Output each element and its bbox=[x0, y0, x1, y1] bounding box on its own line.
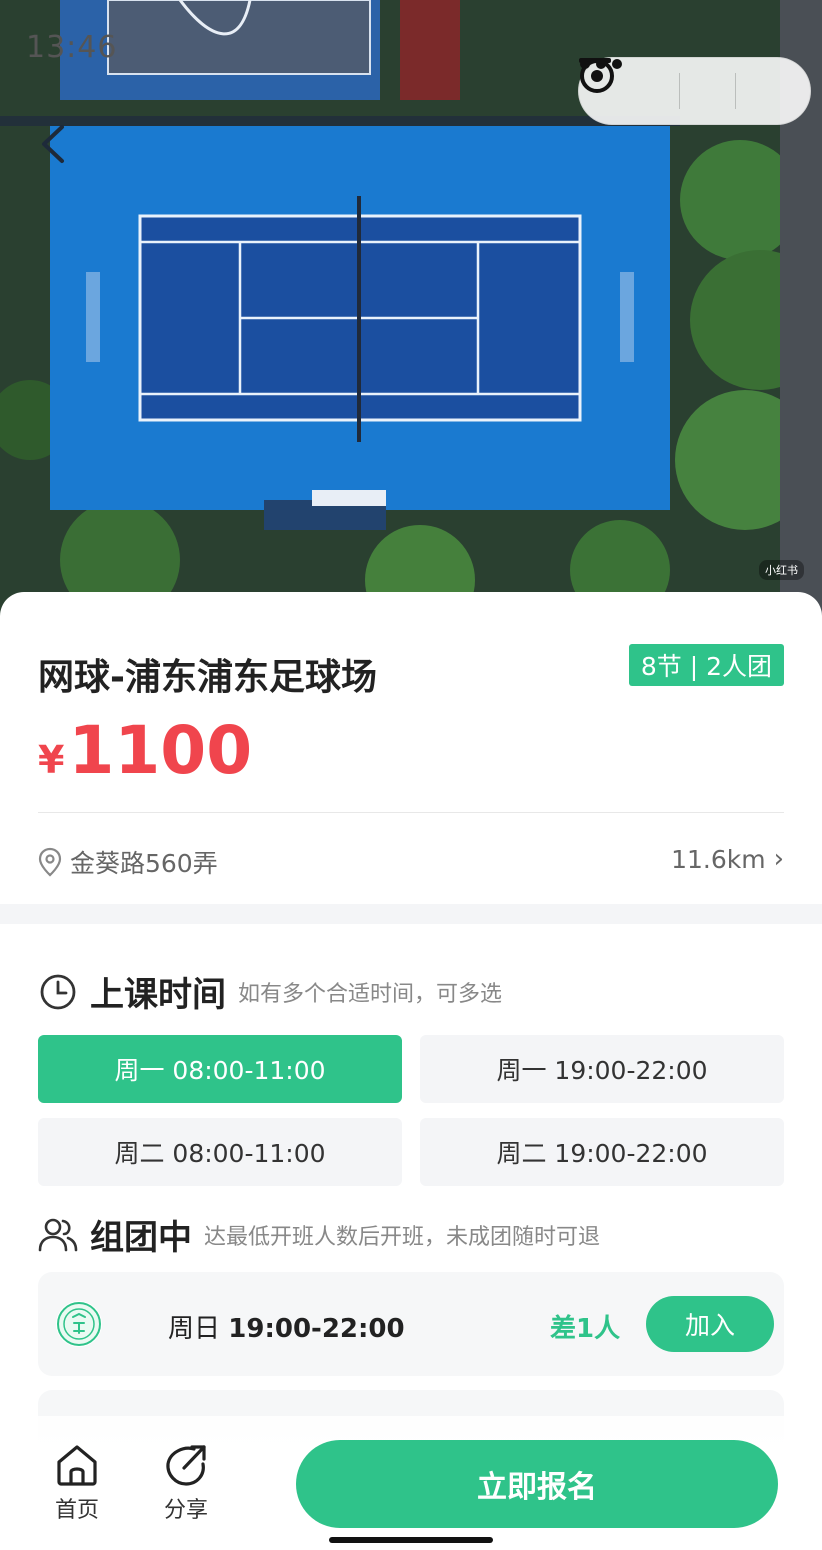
divider bbox=[38, 812, 784, 813]
groups-hint: 达最低开班人数后开班，未成团随时可退 bbox=[204, 1224, 601, 1250]
status-bar-time: 13:46 bbox=[26, 30, 118, 65]
share-label: 分享 bbox=[163, 1498, 208, 1523]
home-nav-button[interactable]: 首页 bbox=[37, 1444, 117, 1524]
share-icon bbox=[166, 1445, 206, 1486]
price-amount: 1100 bbox=[68, 712, 253, 789]
location-pin-icon bbox=[38, 847, 62, 877]
clock-icon bbox=[38, 972, 78, 1012]
schedule-title: 上课时间 bbox=[90, 975, 226, 1015]
groups-header: 组团中 达最低开班人数后开班，未成团随时可退 bbox=[38, 1210, 600, 1259]
groups-title: 组团中 bbox=[90, 1218, 192, 1258]
home-indicator bbox=[329, 1537, 493, 1543]
users-icon bbox=[38, 1215, 78, 1255]
mini-program-capsule bbox=[578, 57, 811, 125]
home-label: 首页 bbox=[54, 1498, 99, 1523]
close-button[interactable] bbox=[580, 57, 810, 125]
hero-image: 13:46 小红书 bbox=[0, 0, 822, 640]
time-slot[interactable]: 周一 08:00-11:00 bbox=[38, 1035, 402, 1103]
group-time: 周日 19:00-22:00 bbox=[168, 1308, 405, 1345]
home-icon bbox=[57, 1445, 97, 1486]
time-slot[interactable]: 周一 19:00-22:00 bbox=[420, 1035, 784, 1103]
chevron-left-icon bbox=[42, 125, 64, 163]
currency-symbol: ¥ bbox=[38, 738, 65, 782]
bottom-action-bar: 首页 分享 立即报名 bbox=[0, 1416, 822, 1550]
address-text: 金葵路560弄 bbox=[70, 849, 218, 878]
distance-text: 11.6km bbox=[671, 844, 766, 874]
price: ¥ 1100 bbox=[38, 712, 252, 789]
schedule-hint: 如有多个合适时间，可多选 bbox=[238, 981, 503, 1007]
course-title: 网球-浦东浦东足球场 bbox=[38, 657, 377, 698]
address[interactable]: 金葵路560弄 bbox=[38, 844, 218, 880]
watermark-badge: 小红书 bbox=[759, 560, 804, 580]
schedule-header: 上课时间 如有多个合适时间，可多选 bbox=[38, 967, 502, 1016]
group-item: 周日 19:00-22:00 差1人 加入 bbox=[38, 1272, 784, 1376]
minimize-button[interactable] bbox=[579, 57, 736, 125]
group-need: 差1人 bbox=[550, 1314, 621, 1344]
time-slot[interactable]: 周二 08:00-11:00 bbox=[38, 1118, 402, 1186]
time-slot-grid: 周一 08:00-11:00 周一 19:00-22:00 周二 08:00-1… bbox=[38, 1035, 784, 1186]
section-separator bbox=[0, 904, 822, 924]
time-slot[interactable]: 周二 19:00-22:00 bbox=[420, 1118, 784, 1186]
signup-button[interactable]: 立即报名 bbox=[296, 1440, 778, 1528]
back-button[interactable] bbox=[40, 124, 80, 174]
group-hours: 19:00-22:00 bbox=[228, 1314, 405, 1344]
group-avatar bbox=[56, 1301, 102, 1347]
join-button[interactable]: 加入 bbox=[646, 1296, 774, 1352]
group-day: 周日 bbox=[168, 1314, 221, 1344]
course-info-card: 网球-浦东浦东足球场 8节 | 2人团 ¥ 1100 金葵路560弄 11.6k… bbox=[0, 592, 822, 904]
distance-link[interactable]: 11.6km › bbox=[671, 844, 784, 874]
share-button[interactable]: 分享 bbox=[146, 1444, 226, 1524]
chevron-right-icon: › bbox=[773, 844, 784, 874]
target-icon bbox=[580, 59, 614, 93]
lesson-tag: 8节 | 2人团 bbox=[628, 644, 784, 686]
